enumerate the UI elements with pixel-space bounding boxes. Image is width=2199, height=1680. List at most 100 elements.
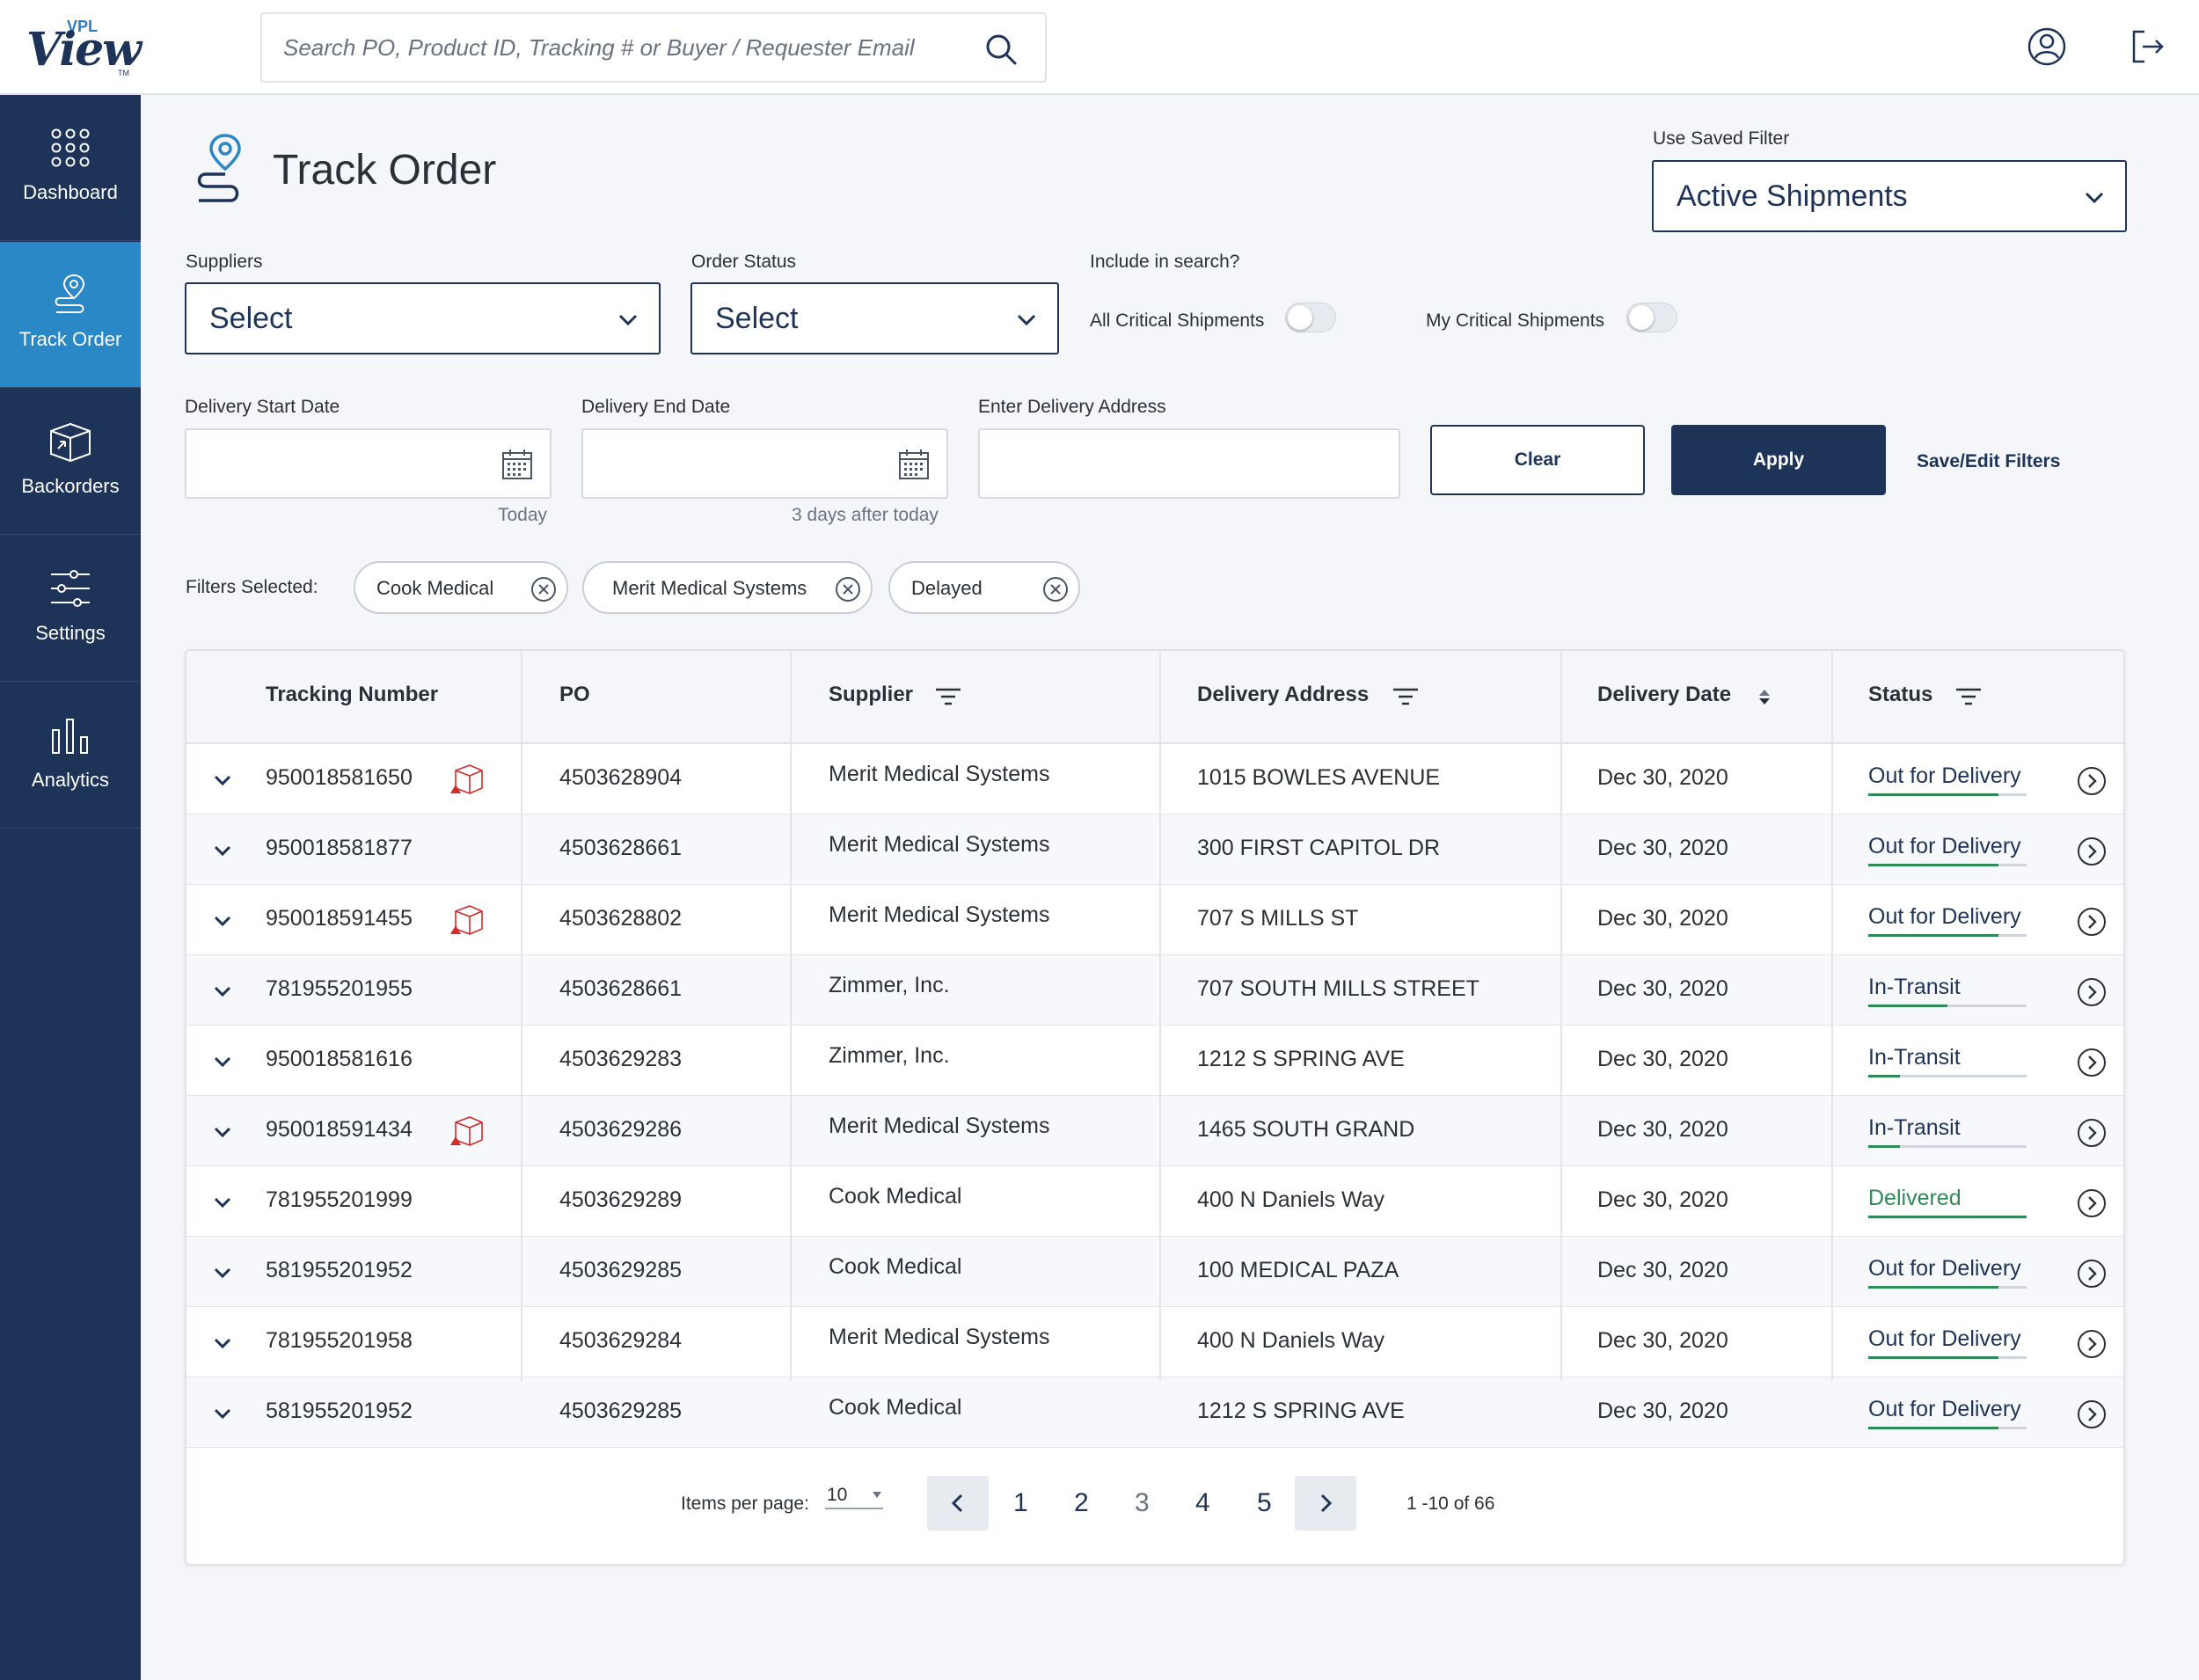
- next-page-button[interactable]: [1295, 1476, 1356, 1530]
- my-critical-toggle[interactable]: [1626, 303, 1677, 332]
- tracking-number-cell[interactable]: 950018581650: [266, 765, 413, 791]
- header-delivery-address[interactable]: Delivery Address: [1197, 683, 1369, 707]
- arrow-right-circle-icon[interactable]: [2076, 1399, 2108, 1430]
- arrow-right-circle-icon[interactable]: [2076, 1328, 2108, 1360]
- tracking-number-cell[interactable]: 781955201999: [266, 1187, 413, 1213]
- arrow-right-circle-icon[interactable]: [2076, 1187, 2108, 1219]
- chevron-down-icon[interactable]: [209, 1048, 236, 1075]
- chevron-down-icon[interactable]: [209, 908, 236, 934]
- table-row[interactable]: 781955201958 4503629284 Merit Medical Syst…: [186, 1307, 2123, 1377]
- page-2[interactable]: 2: [1074, 1488, 1089, 1518]
- tracking-number-cell[interactable]: 581955201952: [266, 1258, 413, 1283]
- user-profile-icon[interactable]: [2027, 26, 2067, 67]
- arrow-right-circle-icon[interactable]: [2076, 906, 2108, 938]
- chevron-down-icon[interactable]: [209, 1189, 236, 1216]
- calendar-icon[interactable]: [897, 448, 931, 481]
- supplier-cell: Zimmer, Inc.: [829, 973, 950, 997]
- po-cell[interactable]: 4503629285: [559, 1399, 682, 1424]
- table-row[interactable]: 581955201952 4503629285 Cook Medical 1212 S…: [186, 1377, 2123, 1448]
- page-3[interactable]: 3: [1135, 1488, 1150, 1518]
- chevron-down-icon[interactable]: [209, 978, 236, 1004]
- header-delivery-date[interactable]: Delivery Date: [1597, 683, 1731, 707]
- arrow-right-circle-icon[interactable]: [2076, 1258, 2108, 1289]
- tracking-number-cell[interactable]: 950018581616: [266, 1047, 413, 1072]
- chevron-down-icon[interactable]: [209, 1119, 236, 1145]
- close-circle-icon[interactable]: [530, 575, 558, 603]
- chevron-down-icon[interactable]: [209, 837, 236, 864]
- delivery-address-input[interactable]: [978, 428, 1400, 499]
- filter-icon[interactable]: [1392, 683, 1420, 711]
- tracking-number-cell[interactable]: 950018591434: [266, 1117, 413, 1143]
- arrow-right-circle-icon[interactable]: [2076, 976, 2108, 1008]
- status-text: Out for Delivery: [1868, 834, 2021, 858]
- tracking-number-cell[interactable]: 950018581877: [266, 836, 413, 861]
- po-cell[interactable]: 4503628661: [559, 836, 682, 861]
- po-cell[interactable]: 4503629284: [559, 1328, 682, 1354]
- previous-page-button[interactable]: [927, 1476, 989, 1530]
- po-cell[interactable]: 4503629286: [559, 1117, 682, 1143]
- close-circle-icon[interactable]: [834, 575, 862, 603]
- arrow-right-circle-icon[interactable]: [2076, 765, 2108, 797]
- search-input[interactable]: [283, 30, 969, 65]
- sort-icon[interactable]: [1750, 683, 1779, 711]
- saved-filter-select[interactable]: Active Shipments: [1652, 160, 2127, 232]
- table-row[interactable]: 781955201955 4503628661 Zimmer, Inc. 707 SO…: [186, 955, 2123, 1026]
- table-row[interactable]: 950018591455 4503628802 Merit Medical Syst…: [186, 885, 2123, 955]
- vpl-view-logo[interactable]: VPL View TM: [26, 16, 142, 79]
- table-row[interactable]: 950018581650 4503628904 Merit Medical Syst…: [186, 744, 2123, 814]
- status-text: In-Transit: [1868, 975, 1961, 999]
- sidebar-item-analytics[interactable]: Analytics: [0, 683, 141, 829]
- table-row[interactable]: 950018581616 4503629283 Zimmer, Inc. 1212 S…: [186, 1026, 2123, 1096]
- calendar-icon[interactable]: [500, 448, 534, 481]
- chevron-down-icon[interactable]: [209, 1400, 236, 1427]
- sidebar-item-track-order[interactable]: Track Order: [0, 242, 141, 388]
- table-row[interactable]: 950018591434 4503629286 Merit Medical Syst…: [186, 1096, 2123, 1166]
- po-cell[interactable]: 4503629285: [559, 1258, 682, 1283]
- search-icon[interactable]: [983, 32, 1019, 67]
- sidebar-item-settings[interactable]: Settings: [0, 536, 141, 682]
- arrow-right-circle-icon[interactable]: [2076, 1047, 2108, 1078]
- po-cell[interactable]: 4503628802: [559, 906, 682, 931]
- header-status[interactable]: Status: [1868, 683, 1932, 707]
- sidebar-item-backorders[interactable]: Backorders: [0, 389, 141, 535]
- header-supplier[interactable]: Supplier: [829, 683, 913, 707]
- table-row[interactable]: 581955201952 4503629285 Cook Medical 100 ME…: [186, 1237, 2123, 1307]
- clear-button[interactable]: Clear: [1430, 425, 1645, 495]
- delivery-start-date-input[interactable]: [185, 428, 552, 499]
- tracking-number-cell[interactable]: 781955201955: [266, 976, 413, 1002]
- apply-button[interactable]: Apply: [1671, 425, 1886, 495]
- tracking-number-cell[interactable]: 581955201952: [266, 1399, 413, 1424]
- header-tracking-number[interactable]: Tracking Number: [266, 683, 438, 707]
- all-critical-toggle[interactable]: [1285, 303, 1336, 332]
- chevron-down-icon[interactable]: [209, 767, 236, 793]
- header-po[interactable]: PO: [559, 683, 590, 707]
- table-row[interactable]: 781955201999 4503629289 Cook Medical 400 N …: [186, 1166, 2123, 1237]
- filter-icon[interactable]: [1954, 683, 1983, 711]
- po-cell[interactable]: 4503628661: [559, 976, 682, 1002]
- delivery-end-date-input[interactable]: [581, 428, 948, 499]
- close-circle-icon[interactable]: [1041, 575, 1070, 603]
- filter-icon[interactable]: [934, 683, 962, 711]
- arrow-right-circle-icon[interactable]: [2076, 836, 2108, 867]
- arrow-right-circle-icon[interactable]: [2076, 1117, 2108, 1149]
- tracking-number-cell[interactable]: 950018591455: [266, 906, 413, 931]
- delivery-date-cell: Dec 30, 2020: [1597, 976, 1728, 1001]
- po-cell[interactable]: 4503629289: [559, 1187, 682, 1213]
- items-per-page-select[interactable]: 10: [825, 1479, 883, 1509]
- chevron-down-icon: [618, 314, 638, 326]
- chevron-down-icon[interactable]: [209, 1330, 236, 1356]
- page-5[interactable]: 5: [1257, 1488, 1272, 1518]
- suppliers-select[interactable]: Select: [185, 282, 661, 354]
- po-cell[interactable]: 4503628904: [559, 765, 682, 791]
- logout-icon[interactable]: [2127, 26, 2167, 67]
- page-4[interactable]: 4: [1195, 1488, 1210, 1518]
- delivery-address-label: Enter Delivery Address: [978, 397, 1166, 417]
- table-row[interactable]: 950018581877 4503628661 Merit Medical Syst…: [186, 814, 2123, 885]
- sidebar-item-dashboard[interactable]: Dashboard: [0, 95, 141, 241]
- po-cell[interactable]: 4503629283: [559, 1047, 682, 1072]
- page-1[interactable]: 1: [1013, 1488, 1028, 1518]
- tracking-number-cell[interactable]: 781955201958: [266, 1328, 413, 1354]
- order-status-select[interactable]: Select: [690, 282, 1059, 354]
- save-edit-filters-link[interactable]: Save/Edit Filters: [1917, 451, 2060, 472]
- chevron-down-icon[interactable]: [209, 1260, 236, 1286]
